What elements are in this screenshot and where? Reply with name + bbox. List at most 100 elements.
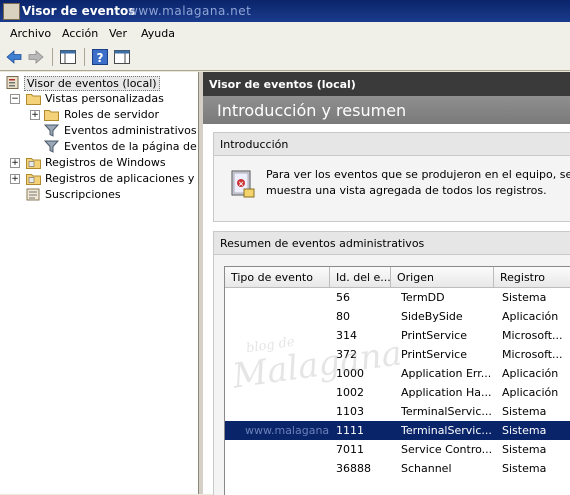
cell-log: Aplicación (502, 367, 559, 380)
cell-source: SideBySide (401, 310, 463, 323)
intro-text-line2: muestra una vista agregada de todos los … (266, 184, 547, 197)
table-row[interactable]: www.malagana.net 1111 TerminalServic... Sis… (225, 421, 570, 440)
tree-item-root[interactable]: Visor de eventos (local) (4, 75, 194, 91)
tree-item-windows-logs[interactable]: + Registros de Windows (8, 155, 198, 171)
log-folder-icon (26, 174, 41, 185)
summary-section-title: Resumen de eventos administrativos (220, 237, 425, 250)
event-viewer-icon (6, 76, 19, 89)
intro-section-header[interactable]: Introducción (214, 133, 570, 156)
cell-source: Service Contro... (401, 443, 493, 456)
window-title: Visor de eventos (22, 4, 136, 18)
summary-section-header[interactable]: Resumen de eventos administrativos (214, 232, 570, 255)
menu-ver[interactable]: Ver (109, 27, 127, 40)
table-row[interactable]: 1103 TerminalServic... Sistema (225, 402, 570, 421)
cell-log: Microsoft... (502, 329, 563, 342)
table-row[interactable]: 56 TermDD Sistema (225, 288, 570, 307)
cell-log: Aplicación (502, 386, 559, 399)
tree-label-custom-views: Vistas personalizadas (45, 92, 164, 105)
table-row[interactable]: 36888 Schannel Sistema (225, 459, 570, 478)
column-header-event-id[interactable]: Id. del e... (330, 267, 391, 288)
svg-text:×: × (238, 180, 244, 188)
intro-section: Introducción × Para ver los eventos que … (213, 132, 570, 222)
tree-label-server-roles: Roles de servidor (64, 108, 159, 121)
cell-source: PrintService (401, 348, 467, 361)
folder-icon (44, 110, 59, 121)
collapse-icon[interactable]: − (10, 94, 20, 104)
cell-event-id: 80 (336, 310, 350, 323)
cell-log: Sistema (502, 424, 547, 437)
menu-ayuda[interactable]: Ayuda (141, 27, 175, 40)
results-pane-header: Visor de eventos (local) (203, 72, 570, 96)
expand-icon[interactable]: + (10, 174, 20, 184)
tree-item-server-roles[interactable]: + Roles de servidor (28, 107, 198, 123)
cell-event-id: 7011 (336, 443, 364, 456)
console-tree: Visor de eventos (local) − Vistas person… (0, 72, 199, 494)
column-header-source[interactable]: Origen (391, 267, 494, 288)
back-arrow-icon[interactable] (5, 48, 23, 66)
cell-source: TerminalServic... (401, 424, 492, 437)
filter-icon (44, 140, 59, 153)
menu-accion[interactable]: Acción (62, 27, 98, 40)
cell-log: Sistema (502, 405, 547, 418)
intro-text-line1: Para ver los eventos que se produjeron e… (266, 168, 570, 181)
cell-log: Aplicación (502, 310, 559, 323)
cell-source: Application Ha... (401, 386, 492, 399)
tree-item-app-service-logs[interactable]: + Registros de aplicaciones y serv (8, 171, 198, 187)
log-folder-icon (26, 158, 41, 169)
cell-log: Sistema (502, 291, 547, 304)
column-label: Origen (397, 271, 434, 284)
forward-arrow-icon[interactable] (27, 48, 45, 66)
overview-title: Introducción y resumen (217, 101, 407, 120)
expand-icon[interactable]: + (10, 158, 20, 168)
toolbar: ? (0, 44, 570, 71)
subscriptions-icon (26, 188, 40, 201)
watermark-text: www.malagana.net (128, 4, 252, 18)
table-row[interactable]: 80 SideBySide Aplicación (225, 307, 570, 326)
tree-item-page-events[interactable]: Eventos de la página de res (28, 139, 198, 155)
column-label: Id. del e... (336, 271, 391, 284)
tree-label-subscriptions: Suscripciones (45, 188, 121, 201)
tree-label-admin-events: Eventos administrativos (64, 124, 197, 137)
cell-source: TermDD (401, 291, 445, 304)
overview-banner: Introducción y resumen (203, 96, 570, 124)
column-label: Registro (500, 271, 546, 284)
menu-archivo[interactable]: Archivo (10, 27, 51, 40)
title-bar: Visor de eventos www.malagana.net (0, 0, 570, 22)
menu-bar: Archivo Acción Ver Ayuda (0, 22, 570, 45)
event-viewer-app-icon (3, 3, 20, 20)
tree-label-windows-logs: Registros de Windows (45, 156, 166, 169)
tree-item-subscriptions[interactable]: Suscripciones (8, 187, 198, 203)
column-header-log[interactable]: Registro (494, 267, 570, 288)
table-row[interactable]: 7011 Service Contro... Sistema (225, 440, 570, 459)
cell-log: Sistema (502, 462, 547, 475)
cell-log: Sistema (502, 443, 547, 456)
tree-item-admin-events[interactable]: Eventos administrativos (28, 123, 198, 139)
cell-source: PrintService (401, 329, 467, 342)
action-pane-icon[interactable] (113, 48, 131, 66)
filter-icon (44, 124, 59, 137)
svg-text:?: ? (97, 51, 104, 65)
toolbar-separator (52, 48, 53, 66)
cell-event-id: 36888 (336, 462, 371, 475)
help-icon[interactable]: ? (91, 48, 109, 66)
intro-section-title: Introducción (220, 138, 289, 151)
show-hide-tree-icon[interactable] (59, 48, 77, 66)
tree-label-page-events: Eventos de la página de res (64, 140, 198, 153)
selection-watermark-text: www.malagana.net (245, 424, 329, 437)
cell-event-id: 1002 (336, 386, 364, 399)
tree-item-custom-views[interactable]: − Vistas personalizadas (8, 91, 198, 107)
cell-source: Application Err... (401, 367, 492, 380)
cell-source: Schannel (401, 462, 452, 475)
column-label: Tipo de evento (231, 271, 313, 284)
expand-icon[interactable]: + (30, 110, 40, 120)
cell-event-id: 1111 (336, 424, 364, 437)
tree-label-app-service-logs: Registros de aplicaciones y serv (45, 172, 198, 185)
cell-log: Microsoft... (502, 348, 563, 361)
cell-event-id: 1103 (336, 405, 364, 418)
toolbar-separator (84, 48, 85, 66)
cell-event-id: 56 (336, 291, 350, 304)
column-header-event-type[interactable]: Tipo de evento (225, 267, 330, 288)
cell-source: TerminalServic... (401, 405, 492, 418)
tree-label-root: Visor de eventos (local) (24, 76, 160, 91)
results-pane-title: Visor de eventos (local) (209, 78, 356, 91)
